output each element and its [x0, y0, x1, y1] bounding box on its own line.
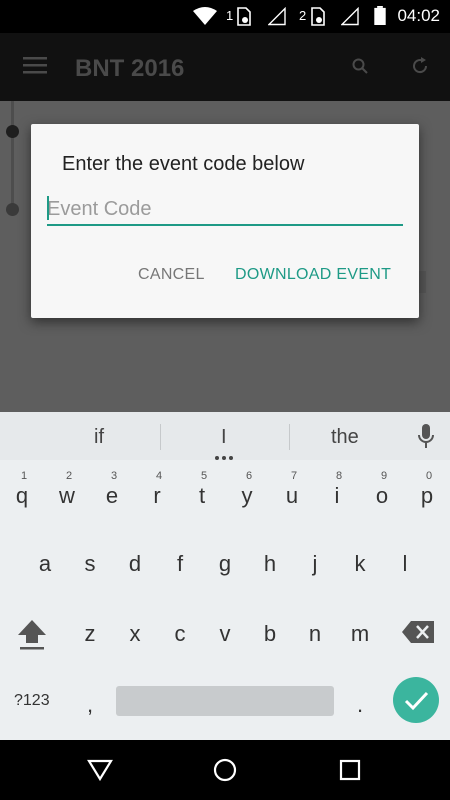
key-s[interactable]: s	[70, 551, 110, 577]
key-t[interactable]: t	[182, 483, 222, 509]
key-b[interactable]: b	[250, 621, 290, 647]
sim-card-icon	[237, 7, 251, 26]
key-w[interactable]: w	[47, 483, 87, 509]
key-y[interactable]: y	[227, 483, 267, 509]
dialog-title: Enter the event code below	[62, 153, 305, 175]
signal-icon	[268, 7, 286, 26]
key-d[interactable]: d	[115, 551, 155, 577]
suggestion-divider	[160, 424, 161, 450]
key-c[interactable]: c	[160, 621, 200, 647]
battery-icon	[374, 6, 386, 25]
comma-key[interactable]: ,	[70, 692, 110, 718]
key-i[interactable]: i	[317, 483, 357, 509]
wifi-icon	[193, 7, 217, 25]
key-r[interactable]: r	[137, 483, 177, 509]
key-k[interactable]: k	[340, 551, 380, 577]
key-p[interactable]: p	[407, 483, 447, 509]
timeline-dot	[6, 125, 19, 138]
key-o[interactable]: o	[362, 483, 402, 509]
event-code-input[interactable]	[47, 194, 403, 226]
back-icon[interactable]	[87, 759, 113, 781]
key-e[interactable]: e	[92, 483, 132, 509]
symbols-key[interactable]: ?123	[14, 692, 50, 710]
suggestion-item[interactable]: the	[331, 426, 359, 449]
navigation-bar	[0, 740, 450, 800]
status-bar: 1 2 04:02	[0, 0, 450, 33]
key-n[interactable]: n	[295, 621, 335, 647]
key-hint: 0	[425, 470, 433, 482]
timeline-dot	[6, 203, 19, 216]
key-a[interactable]: a	[25, 551, 65, 577]
key-v[interactable]: v	[205, 621, 245, 647]
suggestion-strip: if I the	[0, 412, 450, 460]
sim-card-icon	[311, 7, 325, 26]
key-hint: 4	[155, 470, 163, 482]
check-icon	[404, 691, 429, 711]
timeline-line	[11, 101, 14, 206]
cancel-button[interactable]: CANCEL	[132, 262, 211, 288]
sim2-label: 2	[299, 8, 307, 23]
key-m[interactable]: m	[340, 621, 380, 647]
backspace-icon[interactable]	[402, 621, 434, 643]
key-z[interactable]: z	[70, 621, 110, 647]
event-code-dialog: Enter the event code below CANCEL DOWNLO…	[31, 124, 419, 318]
app-bar: BNT 2016	[0, 33, 450, 101]
key-g[interactable]: g	[205, 551, 245, 577]
suggestion-item[interactable]: I	[221, 426, 227, 449]
key-hint: 2	[65, 470, 73, 482]
key-l[interactable]: l	[385, 551, 425, 577]
key-hint: 6	[245, 470, 253, 482]
text-cursor	[47, 196, 49, 220]
clock: 04:02	[397, 6, 440, 25]
suggestion-item[interactable]: if	[94, 426, 104, 449]
key-hint: 8	[335, 470, 343, 482]
shift-icon[interactable]	[16, 617, 48, 651]
enter-button[interactable]	[393, 677, 439, 723]
key-hint: 1	[20, 470, 28, 482]
microphone-icon[interactable]	[417, 424, 435, 450]
key-j[interactable]: j	[295, 551, 335, 577]
period-key[interactable]: .	[340, 692, 380, 718]
sim1-label: 1	[226, 8, 234, 23]
suggestion-divider	[289, 424, 290, 450]
more-suggestions-icon[interactable]	[214, 455, 234, 461]
soft-keyboard: if I the ?123 , . q1 w2 e3 r4 t5 y6 u7 i8 o9 p0 as…	[0, 412, 450, 740]
key-q[interactable]: q	[2, 483, 42, 509]
key-u[interactable]: u	[272, 483, 312, 509]
search-icon[interactable]	[352, 58, 368, 74]
key-hint: 3	[110, 470, 118, 482]
key-hint: 5	[200, 470, 208, 482]
download-event-button[interactable]: DOWNLOAD EVENT	[229, 262, 397, 288]
menu-icon[interactable]	[23, 55, 47, 75]
key-f[interactable]: f	[160, 551, 200, 577]
key-h[interactable]: h	[250, 551, 290, 577]
key-x[interactable]: x	[115, 621, 155, 647]
app-title: BNT 2016	[75, 55, 185, 82]
recents-icon[interactable]	[339, 759, 361, 781]
space-bar[interactable]	[116, 686, 334, 716]
key-hint: 7	[290, 470, 298, 482]
home-icon[interactable]	[213, 758, 237, 782]
refresh-icon[interactable]	[411, 57, 429, 75]
key-hint: 9	[380, 470, 388, 482]
signal-icon	[341, 7, 359, 26]
